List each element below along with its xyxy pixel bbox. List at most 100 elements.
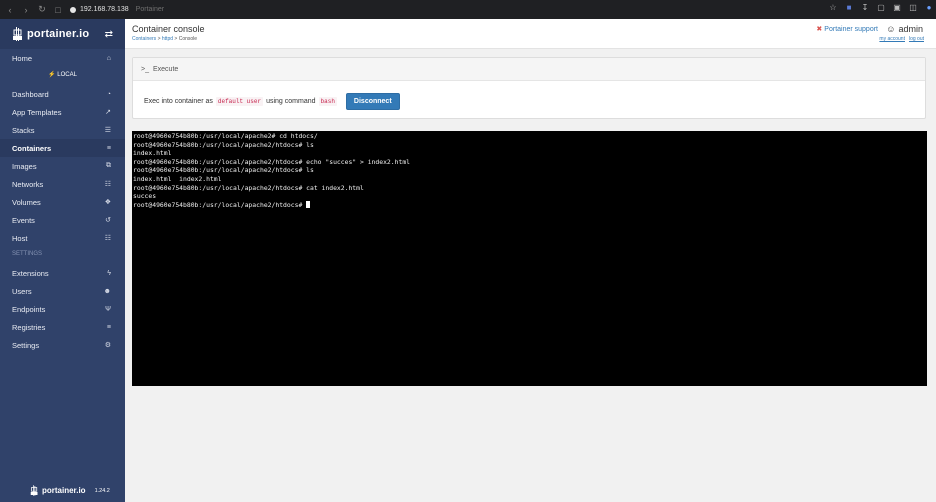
footer-logo-text: portainer.io: [42, 486, 86, 495]
terminal-line: root@4960e754b80b:/usr/local/apache2/htd…: [133, 166, 926, 175]
forward-icon[interactable]: ›: [20, 4, 32, 16]
page-title: Container console: [132, 24, 205, 34]
clone-icon: ⧉: [106, 162, 111, 169]
tachometer-icon: ◔: [106, 90, 111, 98]
user-links: my account log out: [879, 36, 924, 42]
sidebar-item-label: Dashboard: [12, 89, 49, 99]
plug-icon: Ψ: [105, 305, 111, 313]
terminal-line: root@4960e754b80b:/usr/local/apache2/htd…: [133, 158, 926, 167]
disconnect-button[interactable]: Disconnect: [345, 93, 400, 110]
user-menu: ☺ admin: [886, 24, 923, 34]
terminal-line: index.html: [133, 149, 926, 158]
reload-icon[interactable]: ↻: [36, 4, 48, 16]
sidebar-item-containers[interactable]: Containers ≡: [0, 139, 125, 157]
terminal-line-text: root@4960e754b80b:/usr/local/apache2/htd…: [133, 183, 364, 192]
endpoint-label: ⚡ LOCAL: [0, 71, 125, 78]
sidebar-item-label: Images: [12, 161, 37, 171]
extension-icon[interactable]: ▢: [876, 3, 886, 13]
sidebar: portainer.io ⇄ Home ⌂ ⚡ LOCAL SETTINGS p…: [0, 19, 125, 502]
sidebar-toggle-icon[interactable]: ⇄: [105, 29, 113, 40]
sidebar-item-settings[interactable]: Settings ⚙: [0, 336, 125, 354]
site-info-icon[interactable]: [70, 6, 76, 13]
sidebar-footer: portainer.io 1.24.2: [30, 485, 110, 496]
sidebar-item-home[interactable]: Home ⌂: [0, 49, 125, 67]
exec-info: Exec into container as default user usin…: [144, 93, 400, 110]
sidebar-item-extensions[interactable]: Extensions ϟ: [0, 264, 125, 282]
log-out-link[interactable]: log out: [909, 36, 924, 42]
home-icon: ⌂: [106, 54, 111, 62]
terminal-line: root@4960e754b80b:/usr/local/apache2/htd…: [133, 184, 926, 193]
version-label: 1.24.2: [94, 487, 110, 494]
browser-toolbar: ‹ › ↻ □ 192.168.78.138 Portainer ☆ ■ ↧ ▢…: [0, 0, 936, 19]
back-icon[interactable]: ‹: [4, 4, 16, 16]
sitemap-icon: ☷: [104, 181, 111, 188]
tabs-icon[interactable]: □: [52, 4, 64, 16]
exec-text-mid: using command: [266, 98, 316, 105]
terminal-line: index.html index2.html: [133, 175, 926, 184]
breadcrumb-httpd[interactable]: httpd: [162, 36, 173, 42]
terminal-line-text: root@4960e754b80b:/usr/local/apache2/htd…: [133, 200, 307, 209]
sidebar-item-label: Endpoints: [12, 304, 46, 314]
sidebar-item-label: Extensions: [12, 268, 49, 278]
rocket-icon: ↗: [105, 109, 111, 116]
exec-text-prefix: Exec into container as: [144, 98, 213, 105]
sidebar-header: portainer.io ⇄: [0, 19, 125, 49]
sidebar-item-stacks[interactable]: Stacks ☰: [0, 121, 125, 139]
sidebar-item-label: Volumes: [12, 197, 41, 207]
terminal-line-text: index.html index2.html: [133, 174, 222, 183]
sidebar-item-label: Users: [12, 286, 32, 296]
sidebar-item-dashboard[interactable]: Dashboard ◔: [0, 85, 125, 103]
download-icon[interactable]: ↧: [860, 3, 870, 13]
portainer-logo-icon: [30, 485, 38, 496]
support-label: Portainer support: [824, 25, 878, 33]
users-icon: ☻: [103, 287, 111, 295]
sidebar-toggle-icon[interactable]: ◫: [908, 3, 918, 13]
portainer-support-link[interactable]: ✖ Portainer support: [816, 25, 878, 34]
sidebar-item-users[interactable]: Users ☻: [0, 282, 125, 300]
page-header: Container console Containers > httpd > C…: [125, 19, 936, 49]
sidebar-item-events[interactable]: Events ↺: [0, 211, 125, 229]
user-circle-icon: ☺: [886, 24, 896, 34]
breadcrumb-current: Console: [178, 36, 198, 42]
terminal-cursor: [306, 200, 311, 208]
address-bar[interactable]: 192.168.78.138 Portainer: [70, 6, 164, 13]
screenshot-icon[interactable]: ▣: [892, 3, 902, 13]
sidebar-item-networks[interactable]: Networks ☷: [0, 175, 125, 193]
profile-icon[interactable]: ●: [924, 3, 934, 13]
sidebar-item-label: Containers: [12, 143, 52, 153]
terminal-line-text: root@4960e754b80b:/usr/local/apache2# cd…: [133, 132, 318, 140]
flag-icon[interactable]: ■: [844, 3, 854, 13]
sidebar-item-volumes[interactable]: Volumes ❖: [0, 193, 125, 211]
terminal-line-text: root@4960e754b80b:/usr/local/apache2/htd…: [133, 166, 314, 175]
terminal-line: succes: [133, 192, 926, 201]
terminal[interactable]: root@4960e754b80b:/usr/local/apache2# cd…: [132, 131, 927, 386]
breadcrumb-containers[interactable]: Containers: [132, 36, 156, 42]
bookmark-star-icon[interactable]: ☆: [828, 3, 838, 13]
sidebar-item-label: Networks: [12, 179, 44, 189]
browser-extensions: ☆ ■ ↧ ▢ ▣ ◫ ●: [828, 3, 934, 13]
sidebar-item-host[interactable]: Host ☷: [0, 229, 125, 247]
sidebar-item-label: Registries: [12, 322, 46, 332]
panel-title: Execute: [152, 65, 179, 73]
sidebar-item-endpoints[interactable]: Endpoints Ψ: [0, 300, 125, 318]
portainer-logo-icon: [13, 27, 22, 41]
sidebar-item-label: Settings: [12, 340, 40, 350]
cogs-icon: ⚙: [104, 342, 111, 349]
database-icon: ≡: [106, 323, 111, 331]
sidebar-item-app-templates[interactable]: App Templates ↗: [0, 103, 125, 121]
sidebar-item-label: Host: [12, 233, 28, 243]
terminal-line-text: root@4960e754b80b:/usr/local/apache2/htd…: [133, 157, 411, 166]
execute-panel: >_ Execute Exec into container as defaul…: [132, 57, 926, 119]
logo-text[interactable]: portainer.io: [27, 28, 89, 40]
th-list-icon: ☰: [104, 127, 111, 134]
terminal-icon: >_: [141, 65, 149, 73]
sidebar-item-registries[interactable]: Registries ≡: [0, 318, 125, 336]
endpoint-name: LOCAL: [57, 72, 77, 78]
terminal-line: root@4960e754b80b:/usr/local/apache2/htd…: [133, 200, 926, 210]
history-icon: ↺: [105, 217, 111, 224]
my-account-link[interactable]: my account: [879, 36, 905, 42]
settings-section-heading: SETTINGS: [12, 251, 43, 257]
exec-command: bash: [318, 97, 337, 106]
sidebar-item-images[interactable]: Images ⧉: [0, 157, 125, 175]
username: admin: [898, 24, 923, 34]
